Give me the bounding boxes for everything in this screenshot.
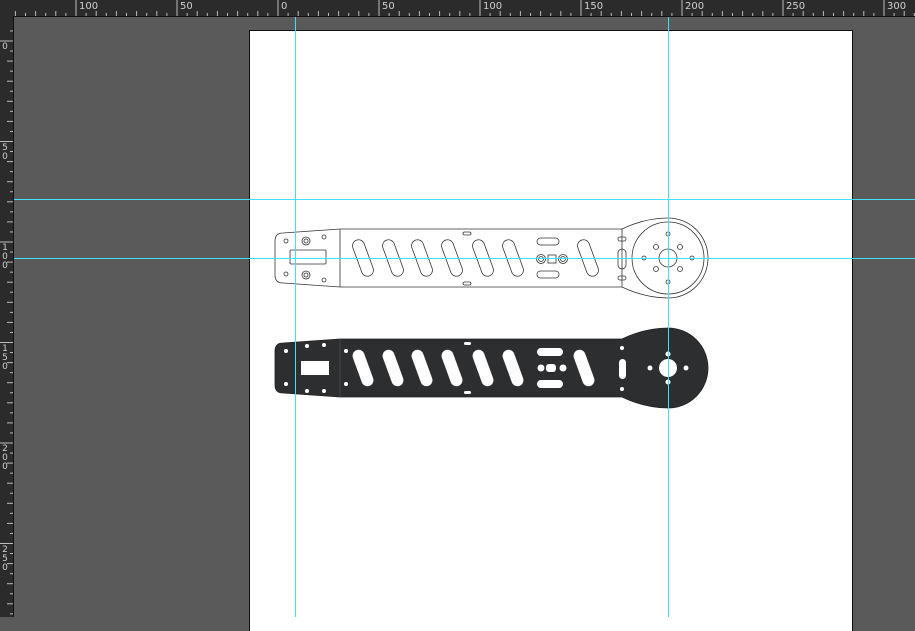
guide-horizontal[interactable] bbox=[14, 258, 915, 259]
guide-vertical[interactable] bbox=[295, 17, 296, 617]
ruler-corner[interactable] bbox=[0, 0, 13, 16]
guide-horizontal[interactable] bbox=[14, 199, 915, 200]
drone-arm-filled[interactable] bbox=[274, 327, 709, 409]
guide-vertical[interactable] bbox=[668, 17, 669, 617]
drawing-layer bbox=[274, 217, 709, 409]
